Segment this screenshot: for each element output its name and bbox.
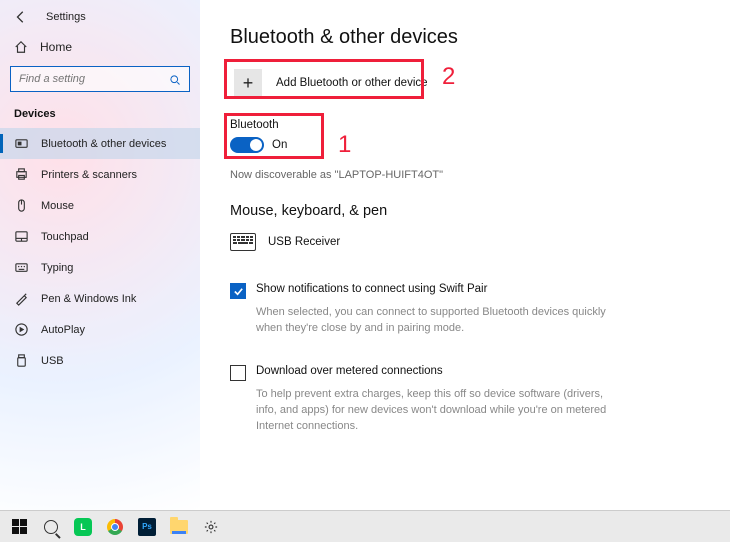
swift-pair-label: Show notifications to connect using Swif…	[256, 283, 487, 295]
sidebar-item-typing[interactable]: Typing	[0, 252, 200, 283]
keyboard-icon	[14, 260, 29, 275]
sidebar-item-label: Typing	[41, 262, 73, 274]
photoshop-icon: Ps	[138, 518, 156, 536]
taskbar-chrome[interactable]	[100, 513, 130, 541]
device-label: USB Receiver	[268, 236, 340, 248]
swift-pair-desc: When selected, you can connect to suppor…	[256, 305, 616, 337]
annotation-1: 1	[338, 131, 351, 159]
sidebar: Settings Home Devices Bluetooth & ot	[0, 0, 200, 510]
bluetooth-icon	[14, 136, 29, 151]
start-button[interactable]	[4, 513, 34, 541]
taskbar-photoshop[interactable]: Ps	[132, 513, 162, 541]
back-button[interactable]	[14, 10, 28, 24]
autoplay-icon	[14, 322, 29, 337]
mouse-icon	[14, 198, 29, 213]
sidebar-item-label: Pen & Windows Ink	[41, 293, 136, 305]
windows-icon	[12, 519, 27, 534]
gear-icon	[204, 520, 218, 534]
sidebar-item-pen[interactable]: Pen & Windows Ink	[0, 283, 200, 314]
sidebar-item-label: Bluetooth & other devices	[41, 138, 166, 150]
sidebar-section-title: Devices	[0, 104, 200, 128]
home-icon	[14, 40, 28, 54]
keyboard-device-icon	[230, 233, 256, 251]
sidebar-item-label: Touchpad	[41, 231, 89, 243]
search-icon	[169, 73, 181, 85]
sidebar-item-label: AutoPlay	[41, 324, 85, 336]
printer-icon	[14, 167, 29, 182]
sidebar-item-printers[interactable]: Printers & scanners	[0, 159, 200, 190]
plus-icon: +	[234, 69, 262, 97]
metered-desc: To help prevent extra charges, keep this…	[256, 387, 616, 435]
add-device-label: Add Bluetooth or other device	[276, 77, 428, 89]
sidebar-item-touchpad[interactable]: Touchpad	[0, 221, 200, 252]
taskbar-line[interactable]: L	[68, 513, 98, 541]
search-icon	[44, 520, 58, 534]
metered-label: Download over metered connections	[256, 365, 443, 377]
annotation-2: 2	[442, 63, 455, 91]
taskbar-settings[interactable]	[196, 513, 226, 541]
bluetooth-toggle-state: On	[272, 139, 287, 151]
touchpad-icon	[14, 229, 29, 244]
chrome-icon	[107, 519, 123, 535]
sidebar-item-label: Mouse	[41, 200, 74, 212]
sidebar-item-autoplay[interactable]: AutoPlay	[0, 314, 200, 345]
home-label: Home	[40, 40, 72, 54]
line-icon: L	[74, 518, 92, 536]
folder-icon	[170, 520, 188, 534]
section-mouse-keyboard: Mouse, keyboard, & pen	[230, 203, 700, 219]
sidebar-item-label: Printers & scanners	[41, 169, 137, 181]
taskbar: L Ps	[0, 510, 730, 542]
discoverable-text: Now discoverable as "LAPTOP-HUIFT4OT"	[230, 169, 700, 181]
page-title: Bluetooth & other devices	[230, 26, 700, 49]
bluetooth-toggle[interactable]	[230, 137, 264, 153]
sidebar-item-mouse[interactable]: Mouse	[0, 190, 200, 221]
swift-pair-checkbox[interactable]	[230, 283, 246, 299]
pen-icon	[14, 291, 29, 306]
main-panel: Bluetooth & other devices 2 + Add Blueto…	[200, 0, 730, 510]
sidebar-item-label: USB	[41, 355, 64, 367]
add-device-button[interactable]: + Add Bluetooth or other device	[230, 65, 440, 101]
usb-icon	[14, 353, 29, 368]
metered-checkbox[interactable]	[230, 365, 246, 381]
search-input[interactable]	[19, 73, 169, 85]
taskbar-explorer[interactable]	[164, 513, 194, 541]
taskbar-search[interactable]	[36, 513, 66, 541]
sidebar-item-usb[interactable]: USB	[0, 345, 200, 376]
sidebar-item-bluetooth[interactable]: Bluetooth & other devices	[0, 128, 200, 159]
window-title: Settings	[46, 11, 86, 23]
device-row-usb-receiver[interactable]: USB Receiver	[230, 229, 700, 255]
search-box[interactable]	[10, 66, 190, 92]
home-nav[interactable]: Home	[0, 34, 200, 64]
bluetooth-label: Bluetooth	[230, 119, 700, 131]
